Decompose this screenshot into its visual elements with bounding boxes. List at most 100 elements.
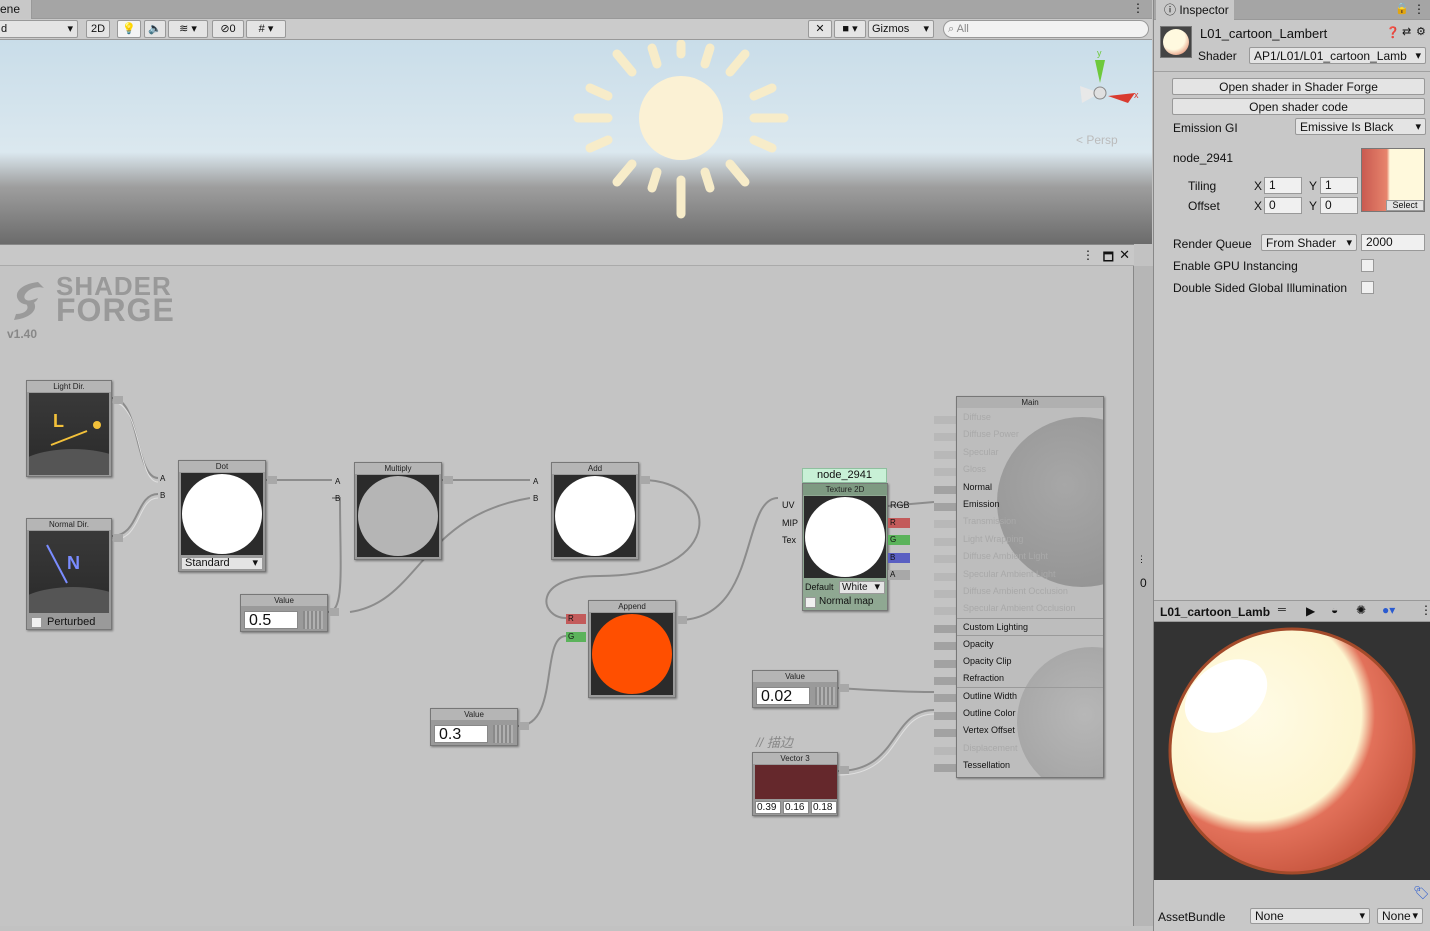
main-input-port[interactable] (934, 729, 956, 738)
value-node[interactable]: Value 0.5 (240, 594, 328, 632)
vector3-z-input[interactable]: 0.18 (811, 801, 837, 814)
lock-icon[interactable]: 🔒 (1395, 2, 1409, 15)
2d-toggle[interactable]: 2D (86, 20, 110, 38)
texture-node-name[interactable]: node_2941 (802, 468, 887, 483)
more-menu-icon[interactable]: ⋮ (1413, 2, 1425, 16)
texture-r-port[interactable]: R (888, 518, 910, 528)
value-input[interactable]: 0.3 (434, 725, 488, 743)
vector3-x-input[interactable]: 0.39 (755, 801, 781, 814)
double-sided-gi-checkbox[interactable] (1361, 281, 1374, 294)
texture-g-port[interactable]: G (888, 535, 910, 545)
scene-search-input[interactable]: ⌕ All (943, 20, 1149, 38)
effects-dropdown[interactable]: ≋ ▾ (168, 20, 208, 38)
material-preview[interactable] (1154, 622, 1430, 880)
main-input-port[interactable] (934, 572, 956, 581)
gizmos-dropdown[interactable]: Gizmos (868, 20, 934, 38)
value-node[interactable]: Value 0.3 (430, 708, 518, 746)
comment-label[interactable]: // 描边 (756, 732, 793, 751)
persp-label[interactable]: < Persp (1076, 133, 1118, 147)
offset-x-input[interactable]: 0 (1264, 197, 1302, 214)
main-input-port[interactable] (934, 555, 956, 564)
more-menu-icon[interactable]: ⋮ (1137, 554, 1146, 565)
dot-node[interactable]: Dot Standard (178, 460, 266, 572)
texture-a-port[interactable]: A (888, 570, 910, 580)
output-port[interactable] (113, 534, 123, 542)
hidden-objects-toggle[interactable]: ⊘0 (212, 20, 244, 38)
gear-icon[interactable]: ⚙ (1416, 25, 1426, 38)
inspector-tab[interactable]: ⓘ Inspector (1156, 0, 1234, 20)
tiling-y-input[interactable]: 1 (1320, 177, 1358, 194)
main-input-port[interactable] (934, 537, 956, 546)
main-input-port[interactable] (934, 677, 956, 685)
grid-dropdown[interactable]: # ▾ (246, 20, 286, 38)
shader-dropdown[interactable]: AP1/L01/L01_cartoon_Lamb (1249, 47, 1426, 64)
texture-b-port[interactable]: B (888, 553, 910, 563)
main-input-port[interactable] (934, 746, 956, 755)
output-port[interactable] (267, 476, 277, 484)
append-node[interactable]: Append (588, 600, 676, 698)
value-node[interactable]: Value 0.02 (752, 670, 838, 708)
output-port[interactable] (113, 396, 123, 404)
scene-viewport[interactable]: y x < Persp (0, 40, 1152, 244)
main-input-port[interactable] (934, 503, 956, 511)
value-input[interactable]: 0.5 (244, 611, 298, 629)
light-dir-node[interactable]: Light Dir. L (13, 380, 133, 497)
main-input-port[interactable] (934, 711, 956, 720)
more-menu-icon[interactable]: ⋮ (1132, 1, 1144, 15)
emission-gi-dropdown[interactable]: Emissive Is Black (1295, 118, 1426, 135)
orientation-gizmo[interactable]: y x (1070, 48, 1150, 128)
drag-handle-icon[interactable]: ═ (1278, 604, 1286, 616)
texture-2d-node[interactable]: Texture 2D Default White Normal map (802, 483, 888, 611)
scene-tab[interactable]: ene (0, 0, 32, 19)
gpu-instancing-checkbox[interactable] (1361, 259, 1374, 272)
main-input-port[interactable] (934, 520, 956, 529)
output-port[interactable] (677, 616, 687, 624)
drag-handle[interactable] (493, 725, 513, 743)
perturbed-checkbox[interactable] (31, 617, 42, 628)
main-node[interactable]: Main Diffuse Diffuse Power Specular Gloss No… (956, 396, 1104, 778)
tools-button[interactable]: ✕ (808, 20, 832, 38)
default-texture-dropdown[interactable]: White (839, 581, 885, 594)
main-input-port[interactable] (934, 624, 956, 633)
open-shader-forge-button[interactable]: Open shader in Shader Forge (1172, 78, 1425, 95)
append-g-port[interactable]: G (566, 632, 586, 642)
more-menu-icon[interactable]: ⋮ (1420, 603, 1430, 617)
help-icon[interactable]: ❓ (1386, 26, 1400, 39)
main-input-port[interactable] (934, 694, 956, 703)
open-shader-code-button[interactable]: Open shader code (1172, 98, 1425, 115)
output-port[interactable] (839, 684, 849, 692)
output-port[interactable] (329, 608, 339, 616)
main-input-port[interactable] (934, 416, 956, 424)
texture-slot[interactable]: Select (1361, 148, 1425, 212)
drag-handle[interactable] (815, 687, 835, 705)
multiply-node[interactable]: Multiply (354, 462, 442, 560)
normal-map-checkbox[interactable] (805, 597, 816, 608)
output-port[interactable] (519, 722, 529, 730)
normal-dir-node[interactable]: Normal Dir. N Perturbed (13, 518, 133, 635)
audio-toggle[interactable]: 🔈 (144, 20, 166, 38)
sphere-mesh-icon[interactable]: ◒ (1331, 603, 1338, 617)
preview-mesh-dropdown-icon[interactable]: ●▾ (1382, 603, 1395, 617)
main-input-port[interactable] (934, 590, 956, 598)
vector3-node[interactable]: Vector 3 0.39 0.16 0.18 (752, 752, 838, 816)
value-input[interactable]: 0.02 (756, 687, 810, 705)
assetbundle-variant-dropdown[interactable]: None (1377, 908, 1423, 924)
output-port[interactable] (839, 766, 849, 774)
lighting-toggle[interactable]: 💡 (117, 20, 141, 38)
assetbundle-dropdown[interactable]: None (1250, 908, 1370, 924)
vector3-y-input[interactable]: 0.16 (783, 801, 809, 814)
output-port[interactable] (640, 476, 650, 484)
append-r-port[interactable]: R (566, 614, 586, 624)
main-input-port[interactable] (934, 433, 956, 442)
main-input-port[interactable] (934, 642, 956, 651)
main-input-port[interactable] (934, 450, 956, 459)
close-icon[interactable]: ✕ (1119, 247, 1130, 263)
render-queue-input[interactable]: 2000 (1361, 234, 1425, 251)
main-input-port[interactable] (934, 764, 956, 772)
dot-mode-dropdown[interactable]: Standard (181, 557, 263, 570)
select-texture-button[interactable]: Select (1386, 200, 1424, 211)
camera-dropdown[interactable]: ■ ▾ (834, 20, 866, 38)
main-input-port[interactable] (934, 607, 956, 616)
output-port[interactable] (443, 476, 453, 484)
main-input-port[interactable] (934, 659, 956, 668)
